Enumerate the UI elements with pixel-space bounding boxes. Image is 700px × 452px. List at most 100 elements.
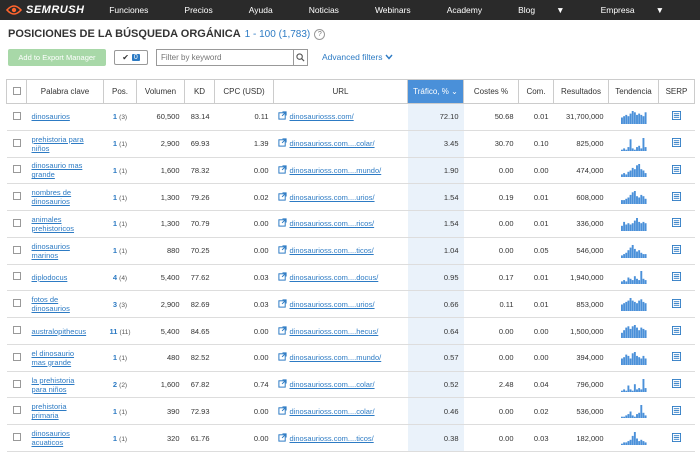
position-value[interactable]: 1 (113, 219, 117, 228)
column-header-url[interactable]: URL (273, 79, 408, 104)
position-value[interactable]: 1 (113, 246, 117, 255)
external-link-icon[interactable] (277, 165, 287, 176)
url-link[interactable]: dinosaurioss.com....ticos/ (290, 434, 374, 443)
select-all-checkbox[interactable] (12, 86, 21, 95)
serp-icon[interactable] (672, 191, 681, 203)
position-value[interactable]: 1 (113, 434, 117, 443)
row-checkbox[interactable] (12, 379, 21, 388)
position-value[interactable]: 4 (113, 273, 117, 282)
serp-icon[interactable] (672, 352, 681, 363)
external-link-icon[interactable] (277, 379, 287, 390)
url-link[interactable]: dinosaurioss.com....urios/ (290, 193, 375, 202)
external-link-icon[interactable] (277, 299, 287, 310)
column-header-costs[interactable]: Costes % (463, 79, 519, 104)
column-header-traffic[interactable]: Tráfico, % ⌄ (407, 79, 464, 104)
nav-item-funciones[interactable]: Funciones (109, 5, 166, 15)
row-checkbox[interactable] (12, 245, 21, 254)
serp-icon[interactable] (672, 245, 681, 256)
column-header-competition[interactable]: Com. (518, 79, 554, 104)
keyword-link[interactable]: nombres de dinosaurios (32, 188, 104, 206)
url-link[interactable]: dinosaurioss.com....colar/ (290, 380, 375, 389)
nav-item-noticias[interactable]: Noticias (309, 5, 357, 15)
filter-by-keyword-input[interactable] (157, 49, 293, 65)
external-link-icon[interactable] (277, 192, 287, 203)
position-value[interactable]: 3 (113, 300, 117, 309)
keyword-link[interactable]: diplodocus (32, 273, 104, 282)
selected-count-button[interactable]: ✔ 0 (114, 49, 148, 65)
semrush-logo[interactable]: SEMRUSH (0, 4, 109, 16)
url-link[interactable]: dinosaurioss.com....mundo/ (290, 353, 382, 362)
row-checkbox[interactable] (12, 326, 21, 334)
keyword-link[interactable]: dinosaurios marinos (32, 242, 104, 260)
row-checkbox[interactable] (12, 111, 21, 120)
serp-icon[interactable] (672, 379, 681, 390)
serp-icon[interactable] (672, 432, 681, 444)
serp-icon[interactable] (672, 325, 681, 337)
external-link-icon[interactable] (277, 272, 287, 283)
position-value[interactable]: 1 (113, 353, 117, 362)
url-link[interactable]: dinosaurioss.com....docus/ (290, 273, 379, 282)
nav-item-webinars[interactable]: Webinars (375, 5, 429, 15)
position-value[interactable]: 1 (113, 139, 117, 148)
external-link-icon[interactable] (277, 111, 287, 122)
column-header-volume[interactable]: Volumen (136, 79, 185, 104)
url-link[interactable]: dinosaurioss.com....hecus/ (290, 327, 379, 336)
row-checkbox[interactable] (12, 192, 21, 201)
row-checkbox[interactable] (12, 433, 21, 442)
keyword-link[interactable]: dinosaurios acuaticos (32, 429, 104, 447)
external-link-icon[interactable] (277, 245, 287, 256)
nav-item-empresa[interactable]: Empresa ▼ (601, 5, 682, 15)
serp-icon[interactable] (672, 298, 681, 310)
nav-item-blog[interactable]: Blog ▼ (518, 5, 582, 15)
serp-icon[interactable] (672, 271, 681, 283)
column-header-results[interactable]: Resultados (553, 79, 609, 104)
serp-icon[interactable] (672, 138, 681, 149)
row-checkbox[interactable] (12, 165, 21, 174)
column-header-cpc[interactable]: CPC (USD) (214, 79, 274, 104)
external-link-icon[interactable] (277, 325, 287, 337)
keyword-link[interactable]: animales prehistoricos (32, 215, 104, 233)
search-icon[interactable] (293, 49, 307, 65)
position-value[interactable]: 2 (113, 380, 117, 389)
nav-item-academy[interactable]: Academy (447, 5, 500, 15)
external-link-icon[interactable] (277, 138, 287, 149)
url-link[interactable]: dinosauriosss.com/ (290, 112, 354, 121)
position-value[interactable]: 1 (113, 193, 117, 202)
row-checkbox[interactable] (12, 299, 21, 308)
row-checkbox[interactable] (12, 138, 21, 147)
url-link[interactable]: dinosaurioss.com....urios/ (290, 300, 375, 309)
nav-item-ayuda[interactable]: Ayuda (249, 5, 291, 15)
row-checkbox[interactable] (12, 272, 21, 281)
row-checkbox[interactable] (12, 218, 21, 227)
external-link-icon[interactable] (277, 432, 287, 444)
position-value[interactable]: 1 (113, 112, 117, 121)
row-checkbox[interactable] (12, 406, 21, 415)
nav-item-precios[interactable]: Precios (184, 5, 230, 15)
add-to-export-manager-button[interactable]: Add to Export Manager (8, 48, 106, 66)
position-value[interactable]: 1 (113, 166, 117, 175)
external-link-icon[interactable] (277, 406, 287, 417)
position-value[interactable]: 1 (113, 407, 117, 416)
info-icon[interactable]: ? (314, 28, 326, 40)
url-link[interactable]: dinosaurioss.com....mundo/ (290, 166, 382, 175)
url-link[interactable]: dinosaurioss.com....ricos/ (290, 219, 375, 228)
keyword-link[interactable]: dinosaurio mas grande (32, 161, 104, 179)
position-value[interactable]: 11 (109, 327, 117, 336)
serp-icon[interactable] (672, 405, 681, 417)
url-link[interactable]: dinosaurioss.com....ticos/ (290, 246, 374, 255)
serp-icon[interactable] (672, 111, 681, 122)
keyword-link[interactable]: prehistoria primaria (32, 402, 104, 420)
keyword-link[interactable]: dinosaurios (32, 112, 104, 121)
column-header-kd[interactable]: KD (184, 79, 215, 104)
advanced-filters-toggle[interactable]: Advanced filters (322, 52, 394, 62)
keyword-link[interactable]: la prehistoria para niños (32, 376, 104, 394)
row-checkbox[interactable] (12, 352, 21, 361)
url-link[interactable]: dinosaurioss.com....colar/ (290, 139, 375, 148)
keyword-link[interactable]: australopithecus (32, 327, 104, 336)
serp-icon[interactable] (672, 218, 681, 229)
external-link-icon[interactable] (277, 352, 287, 363)
keyword-link[interactable]: el dinosaurio mas grande (32, 349, 104, 367)
column-header-keyword[interactable]: Palabra clave (26, 79, 104, 104)
external-link-icon[interactable] (277, 218, 287, 229)
column-header-position[interactable]: Pos. (103, 79, 137, 104)
